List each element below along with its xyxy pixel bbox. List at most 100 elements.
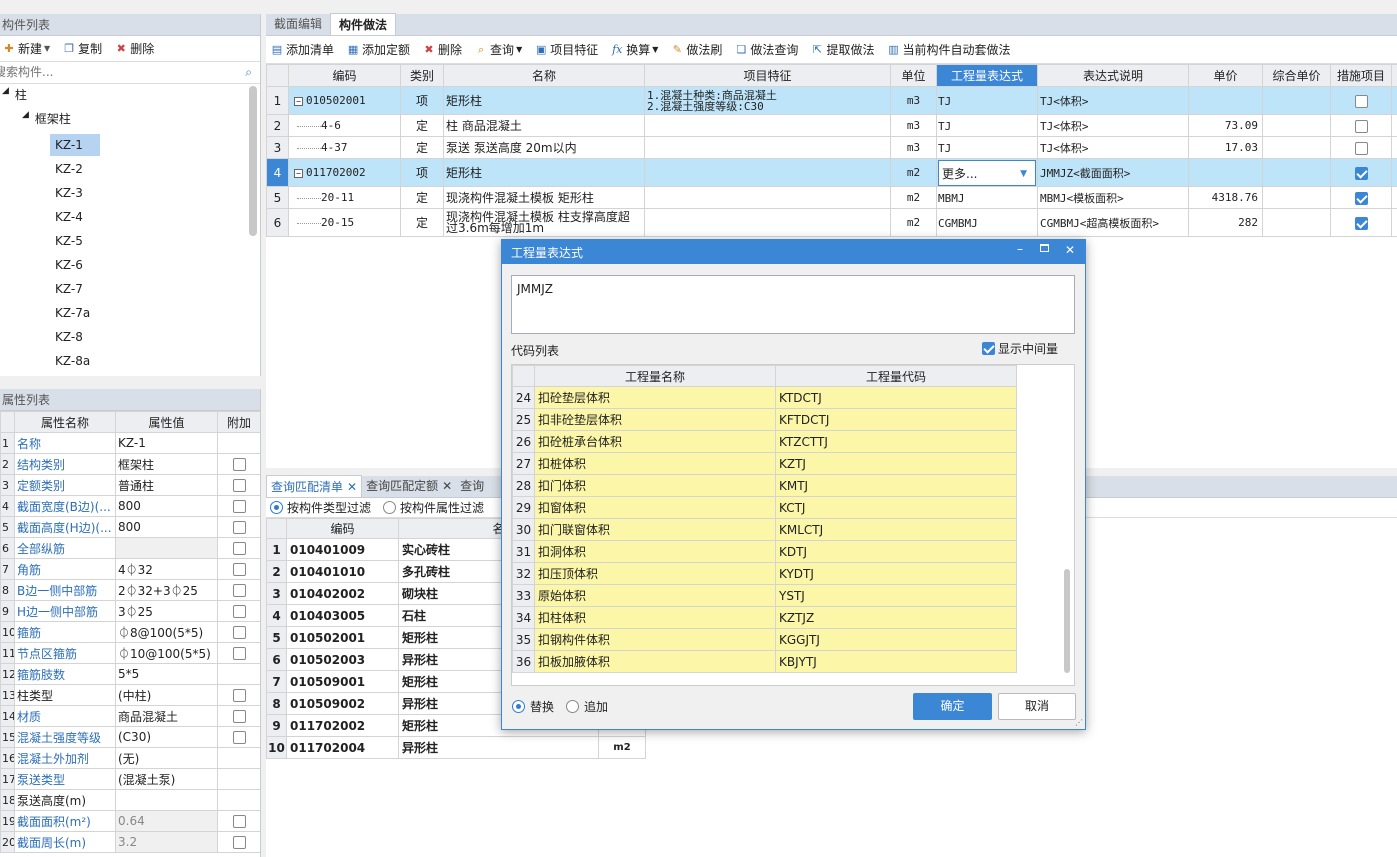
property-row[interactable]: 15混凝土强度等级(C30) — [0, 726, 260, 748]
tree-item[interactable]: KZ-1 — [50, 134, 100, 156]
tree-item[interactable]: KZ-2 — [50, 158, 100, 180]
auto-apply-button[interactable]: ▥ 当前构件自动套做法 — [886, 41, 1010, 58]
checkbox-icon[interactable] — [1354, 94, 1368, 108]
property-row[interactable]: 17泵送类型(混凝土泵) — [0, 768, 260, 790]
method-code[interactable]: 20-15 — [288, 208, 401, 237]
radio-replace[interactable]: 替换 — [512, 698, 554, 715]
code-row[interactable]: 27 扣桩体积 KZTJ — [512, 452, 1017, 475]
delete-row-button[interactable]: ✖ 删除 — [422, 41, 462, 58]
code-row[interactable]: 28 扣门体积 KMTJ — [512, 474, 1017, 497]
checkbox-icon[interactable] — [232, 563, 246, 576]
method-name[interactable]: 现浇构件混凝土模板 矩形柱 — [443, 186, 645, 209]
tree-scrollbar[interactable] — [249, 86, 257, 236]
method-query-button[interactable]: ❏ 做法查询 — [734, 41, 798, 58]
checkbox-icon[interactable] — [1354, 141, 1368, 155]
checkbox-icon[interactable] — [1354, 216, 1368, 230]
code-row[interactable]: 32 扣压顶体积 KYDTJ — [512, 562, 1017, 585]
property-row[interactable]: 11节点区箍筋⏀10@100(5*5) — [0, 642, 260, 664]
code-row[interactable]: 31 扣洞体积 KDTJ — [512, 540, 1017, 563]
property-row[interactable]: 8 B边一侧中部筋 2⏀32+3⏀25 — [0, 579, 260, 601]
radio-append[interactable]: 追加 — [566, 698, 608, 715]
property-value[interactable]: 框架柱 — [115, 453, 218, 475]
property-value[interactable] — [115, 789, 218, 811]
tab-query-more[interactable]: 查询 — [456, 475, 488, 497]
method-brush-button[interactable]: ✎ 做法刷 — [670, 41, 723, 58]
component-search-input[interactable] — [0, 62, 224, 82]
property-value[interactable]: KZ-1 — [115, 432, 218, 454]
filter-by-attr[interactable]: 按构件属性过滤 — [383, 499, 484, 516]
query-row[interactable]: 10 011702004 异形柱 m2 — [266, 736, 646, 759]
checkbox-icon[interactable] — [232, 605, 246, 618]
close-icon[interactable]: ✕ — [347, 476, 357, 497]
property-value[interactable]: 0.64 — [115, 810, 218, 832]
property-row[interactable]: 2 结构类别 框架柱 — [0, 453, 260, 475]
property-value[interactable]: (无) — [115, 747, 218, 769]
property-value[interactable]: 5*5 — [115, 663, 218, 685]
checkbox-icon[interactable] — [1354, 166, 1368, 180]
property-value[interactable]: ⏀8@100(5*5) — [115, 621, 218, 643]
property-row[interactable]: 5 截面高度(H边)(... 800 — [0, 516, 260, 538]
checkbox-icon[interactable] — [232, 479, 246, 492]
method-row[interactable]: 6 20-15 定现浇构件混凝土模板 柱支撑高度超 过3.6m每增加1m m2 CGMBM… — [266, 208, 1397, 237]
resize-grip-icon[interactable]: ⋰ — [1075, 718, 1083, 727]
item-feature-button[interactable]: ▣ 项目特征 — [534, 41, 598, 58]
checkbox-icon[interactable] — [232, 689, 246, 702]
method-name[interactable]: 泵送 泵送高度 20m以内 — [443, 136, 645, 159]
tree-node-group[interactable]: ◢ 框架柱 — [22, 110, 71, 127]
checkbox-icon[interactable] — [232, 584, 246, 597]
tree-item[interactable]: KZ-4 — [50, 206, 100, 228]
copy-button[interactable]: ❐ 复制 — [62, 40, 102, 57]
method-expression[interactable]: TJ — [936, 86, 1038, 115]
property-value[interactable]: 3.2 — [115, 831, 218, 853]
property-value[interactable]: (C30) — [115, 726, 218, 748]
checkbox-icon[interactable] — [232, 836, 246, 849]
checkbox-icon[interactable] — [232, 500, 246, 513]
method-code[interactable]: −011702002 — [288, 158, 401, 187]
property-value[interactable]: (中柱) — [115, 684, 218, 706]
code-row[interactable]: 29 扣窗体积 KCTJ — [512, 496, 1017, 519]
tab-query-list[interactable]: 查询匹配清单 ✕ — [266, 475, 363, 497]
checkbox-icon[interactable] — [232, 815, 246, 828]
method-row[interactable]: 1−010502001 项矩形柱 1.混凝土种类:商品混凝土 2.混凝土强度等级:C3… — [266, 86, 1397, 115]
property-row[interactable]: 6 全部纵筋 — [0, 537, 260, 559]
method-feature[interactable] — [644, 136, 891, 159]
checkbox-icon[interactable] — [1354, 191, 1368, 205]
property-value[interactable]: 800 — [115, 516, 218, 538]
code-row[interactable]: 24 扣砼垫层体积 KTDCTJ — [512, 386, 1017, 409]
code-row[interactable]: 34 扣柱体积 KZTJZ — [512, 606, 1017, 629]
code-row[interactable]: 33 原始体积 YSTJ — [512, 584, 1017, 607]
method-code[interactable]: 4-37 — [288, 136, 401, 159]
property-value[interactable]: 商品混凝土 — [115, 705, 218, 727]
method-name[interactable]: 柱 商品混凝土 — [443, 114, 645, 137]
property-row[interactable]: 14材质商品混凝土 — [0, 705, 260, 727]
show-mid-checkbox[interactable]: 显示中间量 — [982, 340, 1058, 357]
code-row[interactable]: 30 扣门联窗体积 KMLCTJ — [512, 518, 1017, 541]
tree-node-root[interactable]: ◢ 柱 — [2, 86, 27, 103]
add-quota-button[interactable]: ▦ 添加定额 — [346, 41, 410, 58]
property-row[interactable]: 10箍筋⏀8@100(5*5) — [0, 621, 260, 643]
ok-button[interactable]: 确定 — [913, 693, 992, 720]
property-row[interactable]: 9 H边一侧中部筋 3⏀25 — [0, 600, 260, 622]
property-row[interactable]: 12箍筋肢数5*5 — [0, 663, 260, 685]
method-feature[interactable] — [644, 208, 891, 237]
method-feature[interactable]: 1.混凝土种类:商品混凝土 2.混凝土强度等级:C30 — [644, 86, 891, 115]
tree-item[interactable]: KZ-6 — [50, 254, 100, 276]
checkbox-icon[interactable] — [232, 731, 246, 744]
code-row[interactable]: 25 扣非砼垫层体积 KFTDCTJ — [512, 408, 1017, 431]
property-value[interactable]: 4⏀32 — [115, 558, 218, 580]
property-row[interactable]: 3 定额类别 普通柱 — [0, 474, 260, 496]
property-value[interactable]: (混凝土泵) — [115, 768, 218, 790]
checkbox-icon[interactable] — [232, 458, 246, 471]
checkbox-icon[interactable] — [232, 542, 246, 555]
close-icon[interactable]: ✕ — [1065, 243, 1075, 257]
property-row[interactable]: 13柱类型(中柱) — [0, 684, 260, 706]
maximize-icon[interactable] — [1040, 244, 1049, 252]
property-row[interactable]: 1 名称 KZ-1 — [0, 432, 260, 454]
delete-button[interactable]: ✖ 删除 — [114, 40, 155, 57]
tree-item[interactable]: KZ-7 — [50, 278, 100, 300]
tree-item[interactable]: KZ-8 — [50, 326, 100, 348]
method-expression[interactable]: CGMBMJ — [936, 208, 1038, 237]
method-code[interactable]: 20-11 — [288, 186, 401, 209]
property-value[interactable]: 3⏀25 — [115, 600, 218, 622]
method-expression[interactable]: MBMJ — [936, 186, 1038, 209]
